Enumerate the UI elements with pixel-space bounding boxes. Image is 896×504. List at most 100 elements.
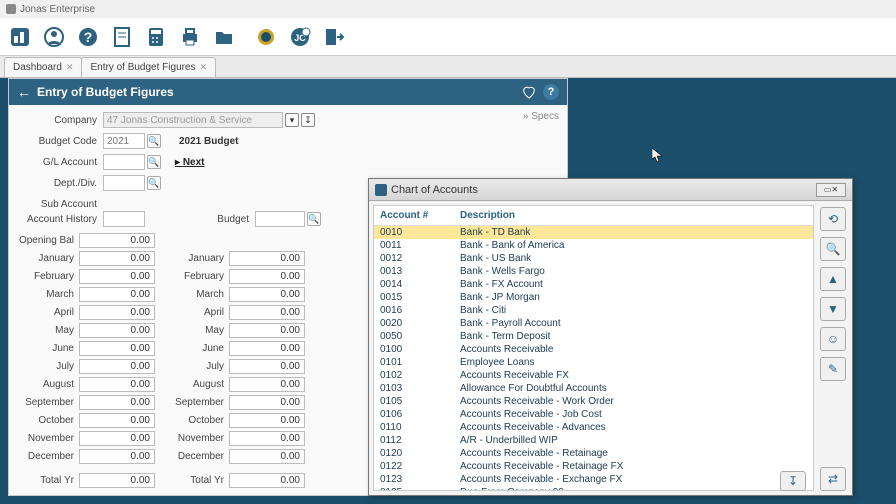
table-row[interactable]: 0013Bank - Wells Fargo xyxy=(374,265,813,278)
toolbar-doc-icon[interactable] xyxy=(106,21,138,53)
table-row[interactable]: 0123Accounts Receivable - Exchange FX xyxy=(374,473,813,486)
toolbar-calc-icon[interactable] xyxy=(140,21,172,53)
arrow-down-icon[interactable]: ▼ xyxy=(820,297,846,321)
month-a-field[interactable] xyxy=(79,413,155,428)
toolbar-folder-icon[interactable] xyxy=(208,21,240,53)
col-account[interactable]: Account # xyxy=(374,206,454,226)
refresh-icon[interactable]: ⇄ xyxy=(820,467,846,491)
tab-dashboard[interactable]: Dashboard✕ xyxy=(4,57,82,77)
table-row[interactable]: 0012Bank - US Bank xyxy=(374,252,813,265)
month-a-field[interactable] xyxy=(79,323,155,338)
help-icon[interactable]: ? xyxy=(543,84,559,100)
next-link[interactable]: ▸ Next xyxy=(175,157,205,168)
table-row[interactable]: 0100Accounts Receivable xyxy=(374,343,813,356)
table-row[interactable]: 0103Allowance For Doubtful Accounts xyxy=(374,382,813,395)
table-row[interactable]: 0105Accounts Receivable - Work Order xyxy=(374,395,813,408)
table-row[interactable]: 0010Bank - TD Bank xyxy=(374,226,813,240)
table-row[interactable]: 0110Accounts Receivable - Advances xyxy=(374,421,813,434)
sub-label: Sub Account xyxy=(17,199,103,210)
month-label: December xyxy=(17,451,79,462)
search-icon[interactable]: 🔍 xyxy=(307,212,321,226)
month-a-field[interactable] xyxy=(79,251,155,266)
total-b-field[interactable] xyxy=(229,473,305,488)
toolbar-exit-icon[interactable] xyxy=(318,21,350,53)
table-row[interactable]: 0120Accounts Receivable - Retainage xyxy=(374,447,813,460)
close-icon[interactable]: ✕ xyxy=(66,62,74,73)
total-a-field[interactable] xyxy=(79,473,155,488)
month-label: April xyxy=(167,307,229,318)
search-icon[interactable]: 🔍 xyxy=(147,155,161,169)
col-description[interactable]: Description xyxy=(454,206,813,226)
goto-icon[interactable]: ↧ xyxy=(780,471,806,491)
favorite-icon[interactable] xyxy=(521,84,537,100)
month-b-field[interactable] xyxy=(229,341,305,356)
table-row[interactable]: 0125Due From Company 99 xyxy=(374,486,813,491)
dropdown-icon[interactable]: ▾ xyxy=(285,113,299,127)
month-b-field[interactable] xyxy=(229,395,305,410)
table-row[interactable]: 0102Accounts Receivable FX xyxy=(374,369,813,382)
table-row[interactable]: 0016Bank - Citi xyxy=(374,304,813,317)
budget-field[interactable] xyxy=(255,211,305,227)
month-a-field[interactable] xyxy=(79,287,155,302)
close-icon[interactable]: ✕ xyxy=(200,62,208,73)
budget-label2: Budget xyxy=(205,214,255,225)
month-b-field[interactable] xyxy=(229,377,305,392)
toolbar-jc-icon[interactable]: JC xyxy=(284,21,316,53)
toolbar-home-icon[interactable] xyxy=(4,21,36,53)
search-icon[interactable]: 🔍 xyxy=(147,176,161,190)
close-icon[interactable]: ▭✕ xyxy=(816,183,846,197)
month-a-field[interactable] xyxy=(79,341,155,356)
toolbar-user-icon[interactable] xyxy=(38,21,70,53)
company-field[interactable] xyxy=(103,112,283,128)
opening-label: Opening Bal xyxy=(17,235,79,246)
table-row[interactable]: 0106Accounts Receivable - Job Cost xyxy=(374,408,813,421)
opening-bal-field[interactable] xyxy=(79,233,155,248)
table-row[interactable]: 0050Bank - Term Deposit xyxy=(374,330,813,343)
budget-code-field[interactable] xyxy=(103,133,145,149)
total-label: Total Yr xyxy=(17,475,79,486)
goto-icon[interactable]: ↧ xyxy=(301,113,315,127)
month-a-field[interactable] xyxy=(79,377,155,392)
month-b-field[interactable] xyxy=(229,287,305,302)
edit-icon[interactable]: ✎ xyxy=(820,357,846,381)
month-label: March xyxy=(17,289,79,300)
month-a-field[interactable] xyxy=(79,359,155,374)
table-row[interactable]: 0014Bank - FX Account xyxy=(374,278,813,291)
dept-field[interactable] xyxy=(103,175,145,191)
toolbar-globe-icon[interactable] xyxy=(250,21,282,53)
table-row[interactable]: 0015Bank - JP Morgan xyxy=(374,291,813,304)
accounts-list[interactable]: Account # Description 0010Bank - TD Bank… xyxy=(373,205,814,491)
table-row[interactable]: 0122Accounts Receivable - Retainage FX xyxy=(374,460,813,473)
month-b-field[interactable] xyxy=(229,305,305,320)
specs-link[interactable]: » Specs xyxy=(523,111,559,122)
month-b-field[interactable] xyxy=(229,413,305,428)
toolbar-help-icon[interactable]: ? xyxy=(72,21,104,53)
hist-field[interactable] xyxy=(103,211,145,227)
table-row[interactable]: 0101Employee Loans xyxy=(374,356,813,369)
month-b-field[interactable] xyxy=(229,269,305,284)
toolbar-print-icon[interactable] xyxy=(174,21,206,53)
arrow-up-icon[interactable]: ▲ xyxy=(820,267,846,291)
dialog-header[interactable]: Chart of Accounts ▭✕ xyxy=(369,179,852,201)
month-b-field[interactable] xyxy=(229,449,305,464)
app-icon xyxy=(375,184,387,196)
month-a-field[interactable] xyxy=(79,269,155,284)
table-row[interactable]: 0020Bank - Payroll Account xyxy=(374,317,813,330)
reset-icon[interactable]: ⟲ xyxy=(820,207,846,231)
month-b-field[interactable] xyxy=(229,323,305,338)
search-icon[interactable]: 🔍 xyxy=(147,134,161,148)
users-icon[interactable]: ☺ xyxy=(820,327,846,351)
month-a-field[interactable] xyxy=(79,305,155,320)
table-row[interactable]: 0011Bank - Bank of America xyxy=(374,239,813,252)
tab-entry-budget[interactable]: Entry of Budget Figures✕ xyxy=(81,57,216,77)
month-a-field[interactable] xyxy=(79,449,155,464)
search-icon[interactable]: 🔍 xyxy=(820,237,846,261)
month-b-field[interactable] xyxy=(229,251,305,266)
back-icon[interactable]: ← xyxy=(17,84,31,100)
month-a-field[interactable] xyxy=(79,395,155,410)
table-row[interactable]: 0112A/R - Underbilled WIP xyxy=(374,434,813,447)
month-b-field[interactable] xyxy=(229,359,305,374)
month-b-field[interactable] xyxy=(229,431,305,446)
month-a-field[interactable] xyxy=(79,431,155,446)
gl-field[interactable] xyxy=(103,154,145,170)
